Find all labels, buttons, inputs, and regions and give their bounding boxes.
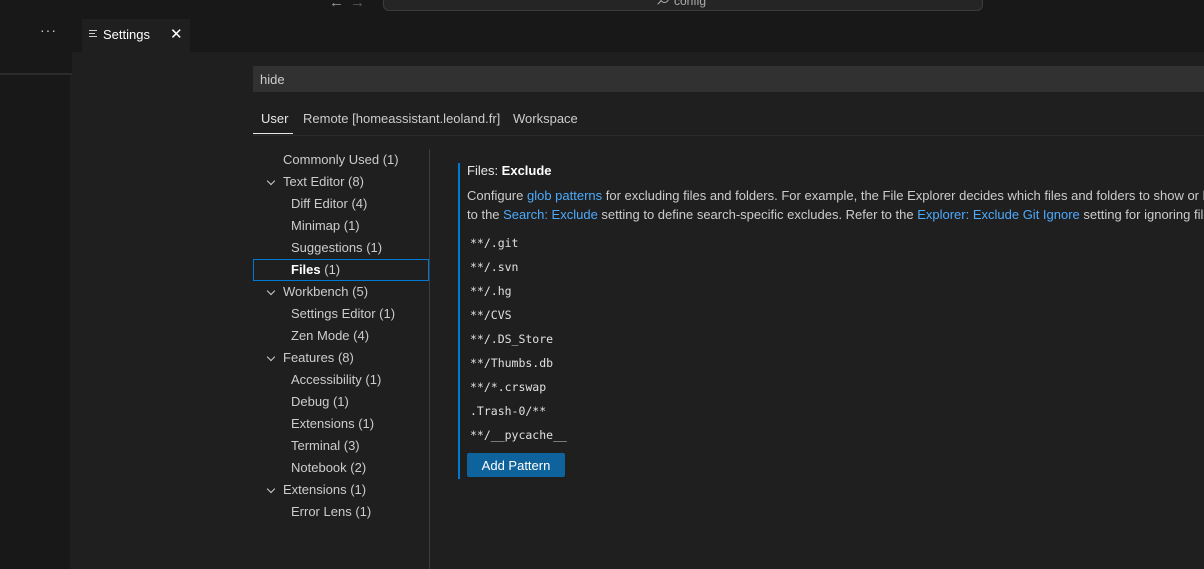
- chevron-down-icon: [266, 286, 276, 296]
- pattern-item[interactable]: **/__pycache__: [470, 423, 567, 447]
- toc-item-features-extensions[interactable]: Extensions (1): [253, 413, 429, 435]
- navigation-arrows: ←→: [329, 0, 371, 11]
- tab-remote[interactable]: Remote [homeassistant.leoland.fr]: [303, 111, 500, 126]
- toc-item-features[interactable]: Features (8): [253, 347, 429, 369]
- chevron-down-icon: [266, 176, 276, 186]
- toc-item-accessibility[interactable]: Accessibility (1): [253, 369, 429, 391]
- description-line: to the Search: Exclude setting to define…: [467, 207, 1204, 222]
- toc-item-workbench[interactable]: Workbench (5): [253, 281, 429, 303]
- sidebar: [0, 75, 70, 569]
- setting-files-exclude: Files: Exclude Configure glob patterns f…: [458, 163, 1204, 479]
- pattern-item[interactable]: **/.svn: [470, 255, 518, 279]
- setting-title: Files: Exclude: [467, 163, 552, 178]
- pattern-item[interactable]: **/.git: [470, 231, 518, 255]
- toc-item-terminal[interactable]: Terminal (3): [253, 435, 429, 457]
- description-line: Configure glob patterns for excluding fi…: [467, 188, 1204, 203]
- toc-divider: [429, 149, 430, 569]
- glob-patterns-link[interactable]: glob patterns: [527, 188, 602, 203]
- pattern-item[interactable]: .Trash-0/**: [470, 399, 546, 423]
- editor-tab-bar: [72, 14, 1204, 52]
- toc-item-debug[interactable]: Debug (1): [253, 391, 429, 413]
- toc-item-extensions[interactable]: Extensions (1): [253, 479, 429, 501]
- explorer-exclude-git-ignore-link[interactable]: Explorer: Exclude Git Ignore: [917, 207, 1080, 222]
- toc-item-settings-editor[interactable]: Settings Editor (1): [253, 303, 429, 325]
- toc-item-error-lens[interactable]: Error Lens (1): [253, 501, 429, 523]
- toc-item-minimap[interactable]: Minimap (1): [253, 215, 429, 237]
- sidebar-header: [0, 14, 72, 74]
- active-tab-indicator: [253, 133, 293, 134]
- setting-description: Configure glob patterns for excluding fi…: [467, 186, 1204, 224]
- pattern-item[interactable]: **/CVS: [470, 303, 512, 327]
- pattern-item[interactable]: **/.DS_Store: [470, 327, 553, 351]
- toc-item-commonly-used[interactable]: Commonly Used (1): [253, 149, 429, 171]
- chevron-down-icon: [266, 484, 276, 494]
- pattern-item[interactable]: **/*.crswap: [470, 375, 546, 399]
- tab-settings[interactable]: Settings ✕: [82, 19, 190, 52]
- command-center[interactable]: config: [383, 0, 983, 11]
- focus-indicator: [458, 163, 460, 479]
- search-exclude-link[interactable]: Search: Exclude: [503, 207, 598, 222]
- toc-item-notebook[interactable]: Notebook (2): [253, 457, 429, 479]
- toc-item-diff-editor[interactable]: Diff Editor (4): [253, 193, 429, 215]
- toc-item-files[interactable]: Files (1): [253, 259, 429, 281]
- search-icon: [659, 0, 669, 3]
- tab-label: Settings: [103, 27, 150, 42]
- toc-item-text-editor[interactable]: Text Editor (8): [253, 171, 429, 193]
- pattern-item[interactable]: **/Thumbs.db: [470, 351, 553, 375]
- back-arrow-icon[interactable]: ←: [329, 0, 350, 11]
- pattern-item[interactable]: **/.hg: [470, 279, 512, 303]
- settings-scope-tabs: User Remote [homeassistant.leoland.fr] W…: [253, 108, 1204, 136]
- close-icon[interactable]: ✕: [170, 25, 183, 43]
- settings-search-input[interactable]: [253, 66, 1204, 92]
- tab-workspace[interactable]: Workspace: [513, 111, 578, 126]
- more-actions-icon[interactable]: ···: [40, 22, 57, 38]
- toc-item-suggestions[interactable]: Suggestions (1): [253, 237, 429, 259]
- forward-arrow-icon[interactable]: →: [350, 0, 371, 11]
- add-pattern-button[interactable]: Add Pattern: [467, 453, 565, 477]
- tab-user[interactable]: User: [261, 111, 288, 126]
- settings-list-icon: [89, 30, 97, 39]
- command-center-text: config: [673, 0, 707, 8]
- toc-item-zen-mode[interactable]: Zen Mode (4): [253, 325, 429, 347]
- chevron-down-icon: [266, 352, 276, 362]
